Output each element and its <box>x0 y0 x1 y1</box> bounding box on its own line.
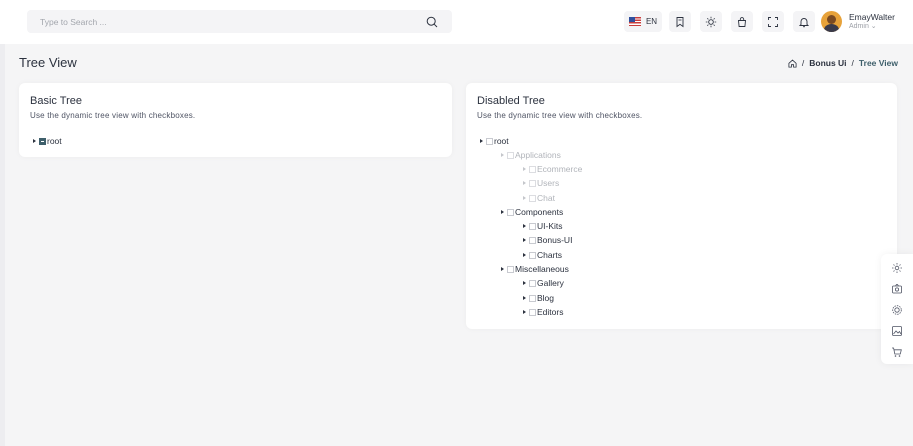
tree-node-bonus-ui[interactable]: Bonus-UI <box>523 235 572 245</box>
tree-checkbox[interactable] <box>529 308 536 316</box>
tree-node-label: Ecommerce <box>537 164 583 174</box>
caret-right-icon[interactable] <box>523 296 526 300</box>
camera-icon[interactable] <box>891 282 903 294</box>
sidebar-edge <box>0 44 5 446</box>
caret-right-icon <box>523 181 526 185</box>
tree-checkbox[interactable] <box>529 294 536 302</box>
breadcrumb-current: Tree View <box>858 58 898 68</box>
basic-tree-card: Basic Tree Use the dynamic tree view wit… <box>19 83 452 157</box>
tree-node-label: Charts <box>537 250 563 260</box>
caret-right-icon[interactable] <box>523 224 526 228</box>
breadcrumb-separator: / <box>851 58 854 68</box>
profile-name: EmayWalter <box>849 12 895 22</box>
tree-node-label: Miscellaneous <box>515 264 569 274</box>
us-flag-icon <box>628 17 641 26</box>
bag-icon <box>738 16 746 27</box>
search-bar <box>27 10 452 33</box>
tree-node-gallery[interactable]: Gallery <box>523 278 564 288</box>
tree-node-label: root <box>47 136 62 146</box>
breadcrumb: / Bonus Ui / Tree View <box>788 58 898 68</box>
caret-right-icon[interactable] <box>480 139 483 143</box>
top-header: EN EmayWalter Admin ⌄ <box>0 0 913 44</box>
fullscreen-icon <box>768 16 778 27</box>
tree-node-label: Gallery <box>537 278 564 288</box>
cart-button[interactable] <box>731 11 753 32</box>
theme-toggle-button[interactable] <box>700 11 722 32</box>
image-icon[interactable] <box>891 324 903 336</box>
user-profile[interactable]: EmayWalter Admin ⌄ <box>821 11 895 32</box>
tree-node-chat: Chat <box>523 193 555 203</box>
caret-right-icon[interactable] <box>523 310 526 314</box>
tree-node-components[interactable]: Components <box>501 207 563 217</box>
card-title: Disabled Tree <box>477 95 545 107</box>
tree-checkbox <box>529 165 536 173</box>
home-icon[interactable] <box>788 59 797 68</box>
tree-checkbox <box>529 194 536 202</box>
tree-node-applications: Applications <box>501 150 561 160</box>
tree-node-label: Users <box>537 178 560 188</box>
language-selector[interactable]: EN <box>624 11 662 32</box>
tree-checkbox[interactable] <box>529 236 536 244</box>
caret-right-icon[interactable] <box>501 210 504 214</box>
disabled-tree-card: Disabled Tree Use the dynamic tree view … <box>466 83 897 329</box>
caret-right-icon[interactable] <box>523 253 526 257</box>
tree-node-label: Applications <box>515 150 561 160</box>
tree-node-root[interactable]: root <box>480 136 509 146</box>
tree-node-blog[interactable]: Blog <box>523 293 554 303</box>
tree-checkbox[interactable] <box>529 222 536 230</box>
caret-right-icon[interactable] <box>523 281 526 285</box>
breadcrumb-section[interactable]: Bonus Ui <box>809 58 846 68</box>
caret-right-icon[interactable] <box>33 139 36 143</box>
tree-node-label: root <box>494 136 509 146</box>
tree-checkbox[interactable] <box>486 137 493 145</box>
caret-right-icon <box>523 196 526 200</box>
floating-toolbar <box>881 254 913 364</box>
tree-node-ecommerce: Ecommerce <box>523 164 582 174</box>
bookmark-button[interactable] <box>669 11 691 32</box>
card-subtitle: Use the dynamic tree view with checkboxe… <box>30 111 196 120</box>
tree-checkbox <box>507 151 514 159</box>
tree-node-editors[interactable]: Editors <box>523 307 563 317</box>
avatar <box>821 11 842 32</box>
cart-icon[interactable] <box>891 345 903 357</box>
fullscreen-button[interactable] <box>762 11 784 32</box>
tree-node-label: Chat <box>537 193 555 203</box>
sun-icon <box>705 16 717 27</box>
card-subtitle: Use the dynamic tree view with checkboxe… <box>477 111 643 120</box>
tree-node-charts[interactable]: Charts <box>523 250 562 260</box>
search-input[interactable] <box>40 16 439 27</box>
tree-checkbox[interactable] <box>507 208 514 216</box>
caret-right-icon <box>523 167 526 171</box>
profile-role: Admin ⌄ <box>849 23 877 30</box>
page-title: Tree View <box>19 55 77 70</box>
settings-icon[interactable] <box>891 261 903 273</box>
tree-node-root[interactable]: root <box>33 136 62 146</box>
card-title: Basic Tree <box>30 95 82 107</box>
breadcrumb-separator: / <box>801 58 805 68</box>
caret-right-icon[interactable] <box>501 267 504 271</box>
tree-checkbox[interactable] <box>39 137 46 145</box>
tree-node-ui-kits[interactable]: UI-Kits <box>523 221 563 231</box>
tree-node-label: Editors <box>537 307 564 317</box>
notification-button[interactable] <box>793 11 815 32</box>
language-code: EN <box>645 17 658 26</box>
caret-right-icon <box>501 153 504 157</box>
tree-node-miscellaneous[interactable]: Miscellaneous <box>501 264 569 274</box>
bell-icon <box>798 17 810 27</box>
tree-node-label: UI-Kits <box>537 221 563 231</box>
tree-node-users: Users <box>523 178 559 188</box>
tree-node-label: Bonus-UI <box>537 235 573 245</box>
caret-right-icon[interactable] <box>523 238 526 242</box>
tree-checkbox[interactable] <box>507 265 514 273</box>
tree-node-label: Components <box>515 207 564 217</box>
settings-alt-icon[interactable] <box>891 303 903 315</box>
tree-checkbox[interactable] <box>529 279 536 287</box>
tree-checkbox[interactable] <box>529 251 536 259</box>
tree-node-label: Blog <box>537 293 555 303</box>
tree-checkbox <box>529 179 536 187</box>
search-icon[interactable] <box>426 16 438 28</box>
bookmark-icon <box>676 16 684 27</box>
